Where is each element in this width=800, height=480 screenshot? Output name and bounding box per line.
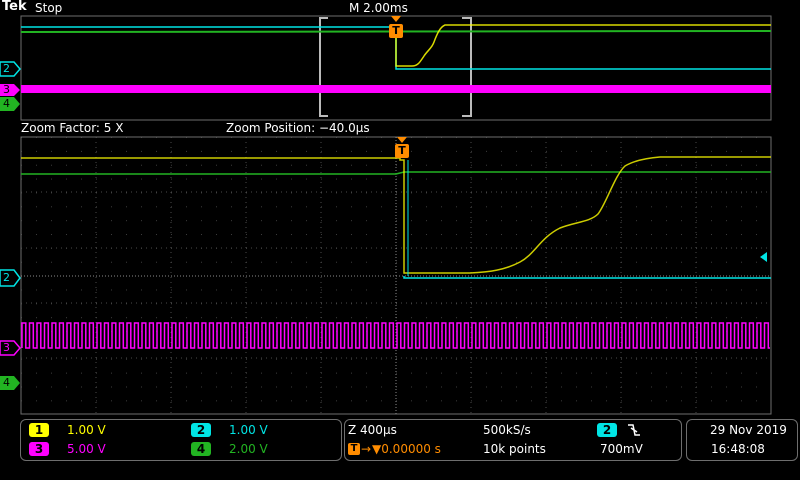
sample-rate: 500kS/s xyxy=(483,423,531,437)
record-length: 10k points xyxy=(483,442,546,456)
date: 29 Nov 2019 xyxy=(710,423,787,437)
trigger-level: 700mV xyxy=(600,442,643,456)
ch3-badge[interactable]: 3 xyxy=(29,442,49,456)
zoom-trigger-marker: T xyxy=(398,144,406,157)
zoom-ch4-marker[interactable]: 4 xyxy=(3,376,10,390)
ch4-scale: 2.00 V xyxy=(229,442,268,456)
ch3-scale: 5.00 V xyxy=(67,442,106,456)
trigger-position: ▼0.00000 s xyxy=(372,442,441,456)
trigger-position-arrow-icon: → xyxy=(361,442,372,456)
zoom-ch3-marker[interactable]: 3 xyxy=(3,341,10,355)
ch4-badge[interactable]: 4 xyxy=(191,442,211,456)
zoom-display[interactable] xyxy=(0,0,800,420)
ch2-badge[interactable]: 2 xyxy=(191,423,211,437)
zoom-ch2-marker[interactable]: 2 xyxy=(3,271,10,285)
time: 16:48:08 xyxy=(711,442,765,456)
ch1-scale: 1.00 V xyxy=(67,423,106,437)
ch2-scale: 1.00 V xyxy=(229,423,268,437)
trigger-position-icon: T xyxy=(348,443,360,455)
trigger-source-badge[interactable]: 2 xyxy=(597,423,617,437)
falling-edge-icon xyxy=(628,424,640,436)
ch1-badge[interactable]: 1 xyxy=(29,423,49,437)
zoom-timescale: Z 400µs xyxy=(348,423,397,437)
